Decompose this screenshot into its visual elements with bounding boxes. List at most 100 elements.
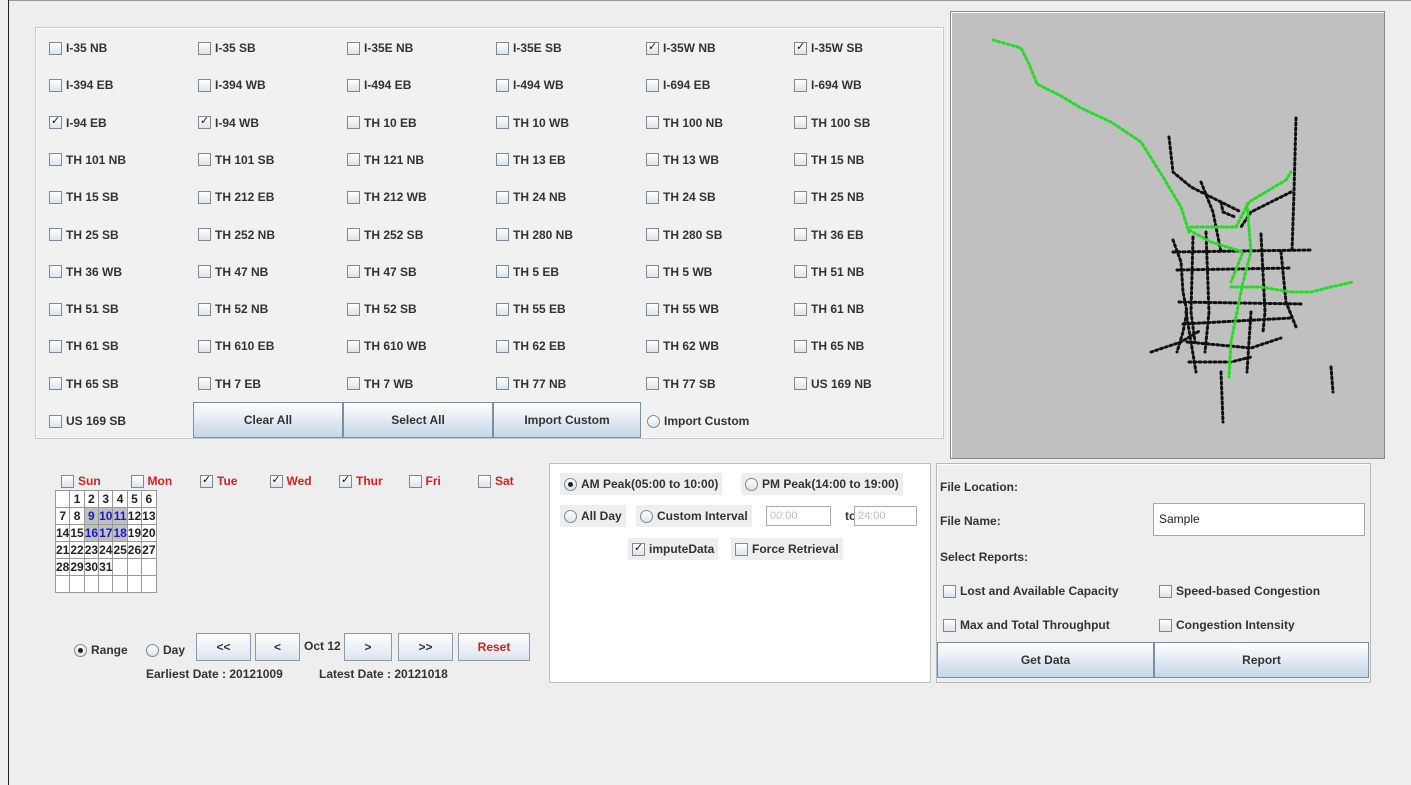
corridor-checkbox[interactable]: TH 52 SB	[347, 299, 417, 319]
calendar-day[interactable]: 3	[98, 490, 114, 508]
day-filter-tue[interactable]: Tue	[200, 472, 237, 490]
corridor-checkbox[interactable]: TH 36 EB	[794, 225, 864, 245]
day-filter-wed[interactable]: Wed	[269, 472, 312, 490]
corridor-checkbox[interactable]: I-35 NB	[49, 38, 107, 58]
corridor-checkbox[interactable]: I-35 SB	[198, 38, 256, 58]
corridor-checkbox[interactable]: TH 62 WB	[646, 336, 719, 356]
corridor-checkbox[interactable]: TH 252 NB	[198, 225, 275, 245]
corridor-checkbox[interactable]: TH 77 SB	[646, 374, 716, 394]
reset-button[interactable]: Reset	[458, 633, 530, 661]
corridor-checkbox[interactable]: I-394 EB	[49, 75, 113, 95]
corridor-checkbox[interactable]: TH 7 WB	[347, 374, 413, 394]
import-custom-button[interactable]: Import Custom	[493, 402, 641, 438]
range-radio[interactable]: Range	[74, 640, 128, 660]
calendar-day[interactable]: 16	[83, 524, 100, 542]
calendar-day[interactable]: 10	[98, 507, 114, 525]
calendar-day[interactable]: 21	[54, 541, 71, 559]
corridor-checkbox[interactable]: I-694 EB	[646, 75, 710, 95]
corridor-checkbox[interactable]: TH 212 EB	[198, 187, 274, 207]
report-button[interactable]: Report	[1154, 642, 1369, 678]
corridor-checkbox[interactable]: TH 13 WB	[646, 150, 719, 170]
corridor-checkbox[interactable]: US 169 NB	[794, 374, 872, 394]
lost-capacity-checkbox[interactable]: Lost and Available Capacity	[943, 581, 1119, 601]
calendar-day[interactable]: 18	[112, 524, 128, 542]
calendar-day[interactable]: 13	[141, 507, 157, 525]
corridor-checkbox[interactable]: TH 36 WB	[49, 262, 122, 282]
all-day-radio[interactable]: All Day	[560, 505, 626, 527]
corridor-checkbox[interactable]: TH 610 EB	[198, 336, 274, 356]
calendar-day[interactable]: 29	[69, 558, 85, 576]
corridor-checkbox[interactable]: TH 24 NB	[496, 187, 566, 207]
corridor-checkbox[interactable]: TH 121 NB	[347, 150, 424, 170]
calendar-day[interactable]: 19	[126, 524, 143, 542]
calendar-day[interactable]: 6	[141, 490, 157, 508]
corridor-checkbox[interactable]: TH 55 EB	[496, 299, 566, 319]
corridor-checkbox[interactable]: I-94 EB	[49, 113, 107, 133]
corridor-checkbox[interactable]: TH 77 NB	[496, 374, 566, 394]
calendar-day[interactable]: 1	[69, 490, 85, 508]
calendar-day[interactable]: 22	[69, 541, 85, 559]
next-year-button[interactable]: >>	[398, 633, 453, 661]
corridor-checkbox[interactable]: TH 52 NB	[198, 299, 268, 319]
day-filter-sun[interactable]: Sun	[61, 472, 101, 490]
corridor-checkbox[interactable]: TH 101 NB	[49, 150, 126, 170]
corridor-checkbox[interactable]: TH 7 EB	[198, 374, 261, 394]
calendar-day[interactable]: 5	[126, 490, 143, 508]
corridor-checkbox[interactable]: TH 10 EB	[347, 113, 417, 133]
corridor-checkbox[interactable]: I-94 WB	[198, 113, 259, 133]
corridor-checkbox[interactable]: TH 24 SB	[646, 187, 716, 207]
prev-year-button[interactable]: <<	[196, 633, 251, 661]
import-custom-radio[interactable]: Import Custom	[647, 411, 749, 431]
calendar-day[interactable]: 12	[126, 507, 143, 525]
corridor-checkbox[interactable]: TH 25 SB	[49, 225, 119, 245]
corridor-checkbox-us-169-sb[interactable]: US 169 SB	[49, 411, 126, 431]
corridor-checkbox[interactable]: TH 280 NB	[496, 225, 573, 245]
corridor-checkbox[interactable]: I-394 WB	[198, 75, 266, 95]
corridor-checkbox[interactable]: I-35W NB	[646, 38, 716, 58]
prev-month-button[interactable]: <	[255, 633, 300, 661]
corridor-checkbox[interactable]: TH 212 WB	[347, 187, 427, 207]
get-data-button[interactable]: Get Data	[937, 642, 1154, 678]
end-time-input[interactable]: 24:00	[854, 506, 917, 526]
corridor-checkbox[interactable]: TH 55 WB	[646, 299, 719, 319]
corridor-checkbox[interactable]: I-494 WB	[496, 75, 564, 95]
corridor-checkbox[interactable]: TH 65 NB	[794, 336, 864, 356]
calendar-day[interactable]: 26	[126, 541, 143, 559]
calendar-day[interactable]: 24	[98, 541, 114, 559]
calendar-day[interactable]: 20	[141, 524, 157, 542]
max-throughput-checkbox[interactable]: Max and Total Throughput	[943, 615, 1110, 635]
congestion-intensity-checkbox[interactable]: Congestion Intensity	[1159, 615, 1295, 635]
calendar-day[interactable]: 28	[54, 558, 71, 576]
force-retrieval-checkbox[interactable]: Force Retrieval	[731, 538, 843, 560]
corridor-checkbox[interactable]: TH 61 SB	[49, 336, 119, 356]
corridor-checkbox[interactable]: TH 100 NB	[646, 113, 723, 133]
corridor-checkbox[interactable]: TH 47 NB	[198, 262, 268, 282]
corridor-checkbox[interactable]: TH 51 NB	[794, 262, 864, 282]
calendar-day[interactable]: 11	[112, 507, 128, 525]
custom-interval-radio[interactable]: Custom Interval	[636, 505, 752, 527]
day-filter-thur[interactable]: Thur	[339, 472, 383, 490]
calendar-day[interactable]: 25	[112, 541, 128, 559]
day-filter-mon[interactable]: Mon	[130, 472, 172, 490]
calendar-day[interactable]: 17	[98, 524, 114, 542]
next-month-button[interactable]: >	[344, 633, 392, 661]
corridor-checkbox[interactable]: I-494 EB	[347, 75, 411, 95]
corridor-checkbox[interactable]: TH 13 EB	[496, 150, 566, 170]
corridor-checkbox[interactable]: TH 100 SB	[794, 113, 870, 133]
corridor-checkbox[interactable]: TH 280 SB	[646, 225, 722, 245]
corridor-checkbox[interactable]: TH 101 SB	[198, 150, 274, 170]
calendar-day[interactable]: 14	[54, 524, 71, 542]
corridor-checkbox[interactable]: I-694 WB	[794, 75, 862, 95]
corridor-checkbox[interactable]: TH 47 SB	[347, 262, 417, 282]
clear-all-button[interactable]: Clear All	[193, 402, 343, 438]
corridor-checkbox[interactable]: TH 51 SB	[49, 299, 119, 319]
corridor-map[interactable]	[950, 11, 1385, 459]
corridor-checkbox[interactable]: I-35E NB	[347, 38, 413, 58]
calendar-day[interactable]: 27	[141, 541, 157, 559]
calendar-day[interactable]: 30	[83, 558, 100, 576]
start-time-input[interactable]: 00:00	[766, 506, 831, 526]
corridor-checkbox[interactable]: TH 15 SB	[49, 187, 119, 207]
day-radio[interactable]: Day	[146, 640, 185, 660]
corridor-checkbox[interactable]: TH 5 WB	[646, 262, 712, 282]
pm-peak-radio[interactable]: PM Peak(14:00 to 19:00)	[741, 473, 903, 495]
